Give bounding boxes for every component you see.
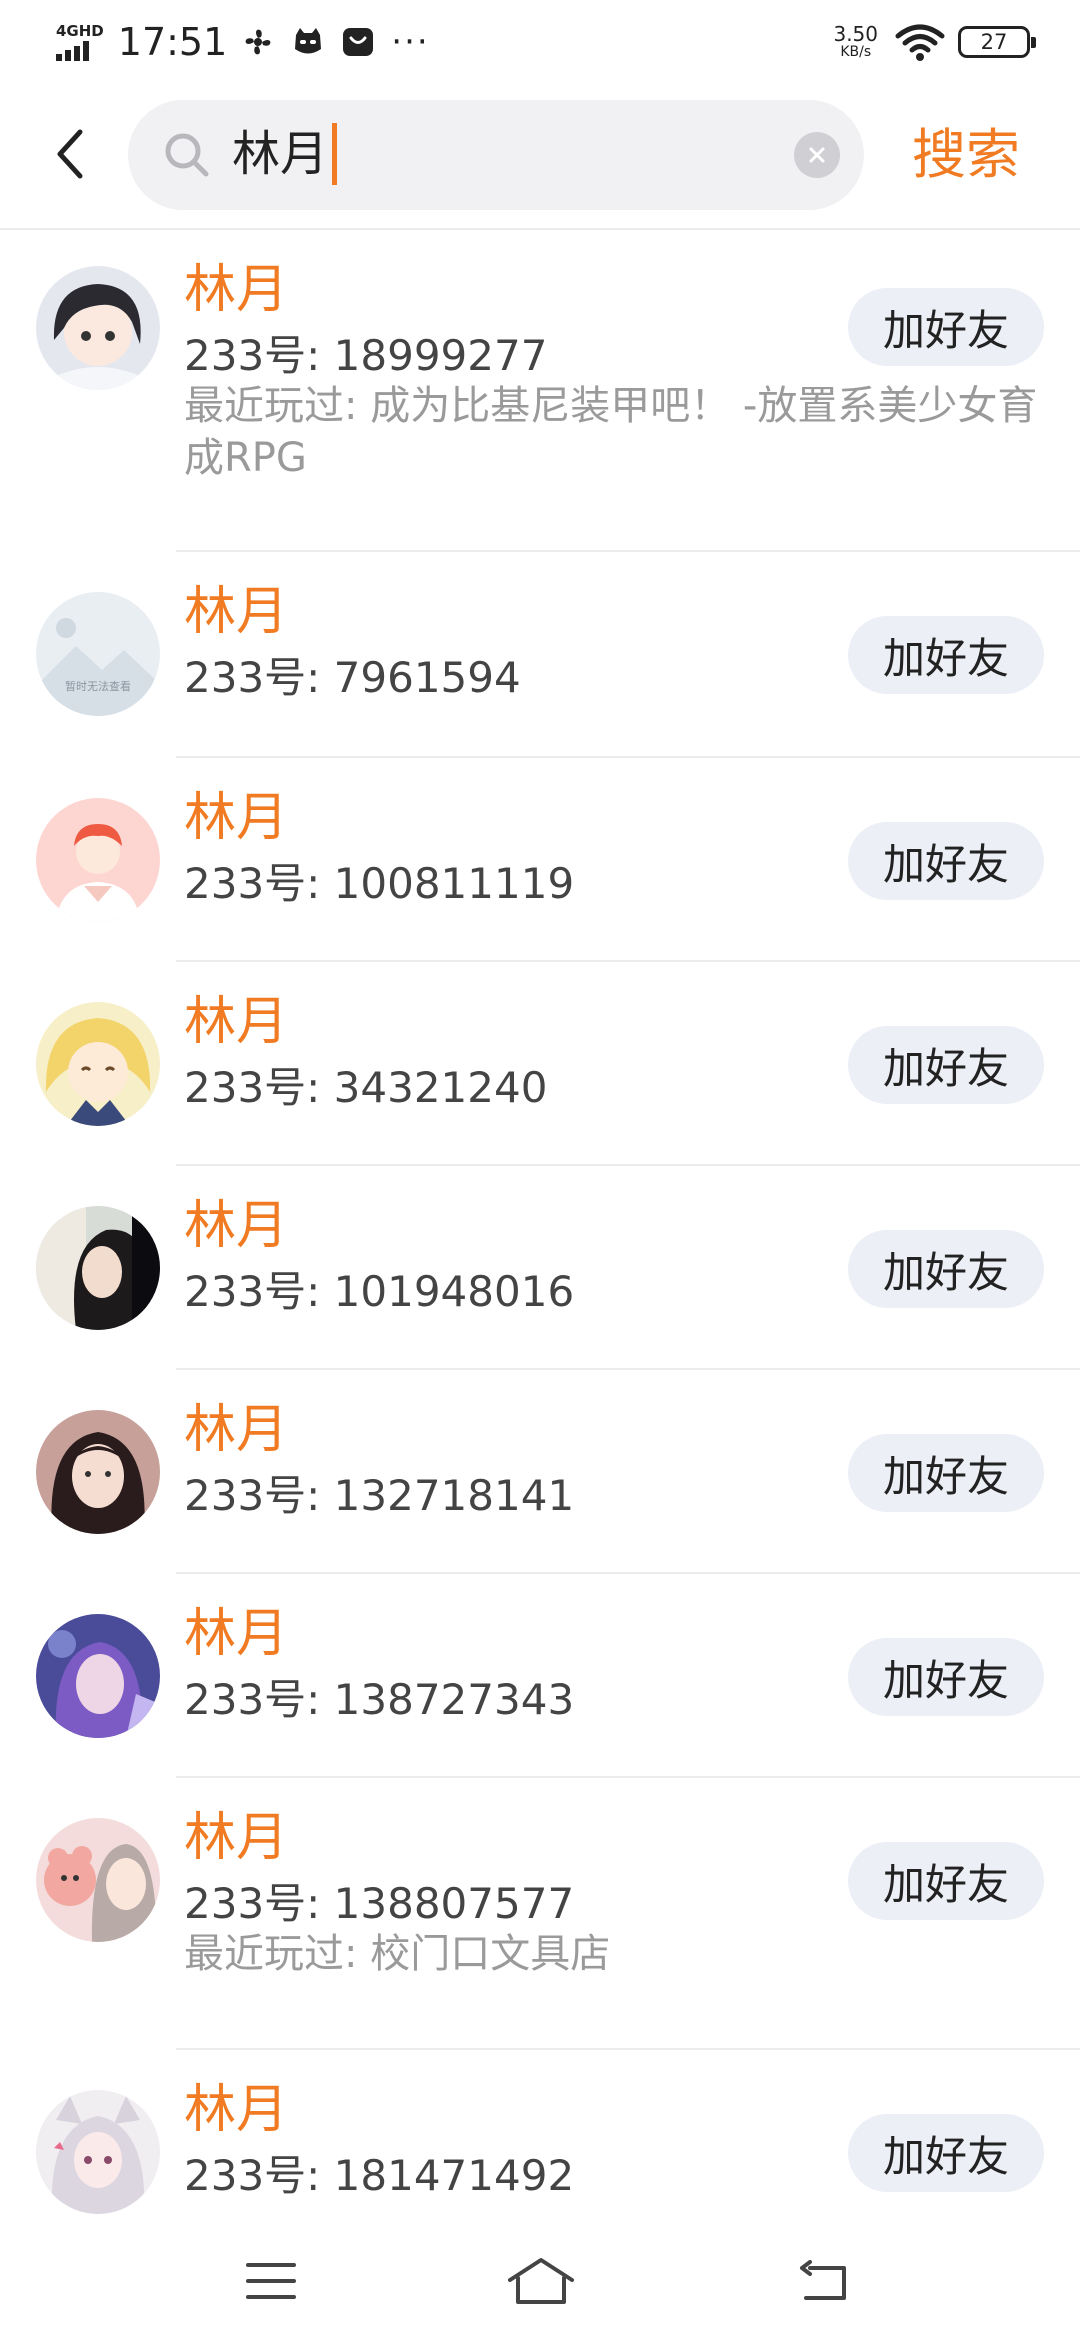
- cat-app-notification-icon: [291, 25, 325, 59]
- network-type-label: 4GHD: [56, 21, 104, 40]
- user-name: 林月: [184, 2080, 289, 2140]
- status-bar: 4GHD 17:51 ··· 3.50 KB/s 27: [0, 0, 1080, 84]
- search-input[interactable]: 林月: [128, 100, 864, 210]
- text-cursor: [332, 123, 338, 185]
- nav-menu-button[interactable]: [236, 2246, 306, 2316]
- avatar[interactable]: [36, 1818, 160, 1942]
- avatar[interactable]: 暂时无法查看: [36, 592, 160, 716]
- user-name: 林月: [184, 260, 289, 320]
- search-header: 林月 搜索: [0, 100, 1080, 210]
- network-speed-value: 3.50: [833, 22, 878, 46]
- result-item[interactable]: 林月 233号: 132718141 加好友: [0, 1370, 1080, 1574]
- status-left: 4GHD 17:51 ···: [56, 20, 430, 64]
- search-icon: [165, 133, 209, 177]
- search-query-value: 林月: [232, 126, 329, 182]
- result-item[interactable]: 林月 233号: 100811119 加好友: [0, 758, 1080, 962]
- more-notifications-icon: ···: [391, 22, 430, 62]
- user-id: 233号: 100811119: [184, 859, 575, 908]
- recently-played: 最近玩过: 校门口文具店: [184, 1931, 611, 1977]
- avatar[interactable]: [36, 266, 160, 390]
- user-id: 233号: 138727343: [184, 1675, 575, 1724]
- user-name: 林月: [184, 582, 289, 642]
- system-nav-bar: [0, 2220, 1080, 2340]
- battery-level: 27: [980, 29, 1008, 54]
- add-friend-button[interactable]: 加好友: [848, 1026, 1044, 1104]
- menu-icon: [246, 2263, 296, 2299]
- user-id: 233号: 132718141: [184, 1471, 575, 1520]
- result-item[interactable]: 林月 233号: 34321240 加好友: [0, 962, 1080, 1166]
- user-id: 233号: 181471492: [184, 2151, 575, 2200]
- user-id: 233号: 101948016: [184, 1267, 575, 1316]
- search-query-text[interactable]: 林月: [232, 123, 338, 185]
- network-speed-unit: KB/s: [840, 44, 872, 60]
- search-button[interactable]: 搜索: [912, 120, 1020, 190]
- add-friend-button[interactable]: 加好友: [848, 1842, 1044, 1920]
- network-speed: 3.50 KB/s: [833, 24, 878, 60]
- nav-home-button[interactable]: [506, 2246, 576, 2316]
- add-friend-button[interactable]: 加好友: [848, 288, 1044, 366]
- add-friend-button[interactable]: 加好友: [848, 2114, 1044, 2192]
- result-item[interactable]: 林月 233号: 138807577 最近玩过: 校门口文具店 加好友: [0, 1778, 1080, 2050]
- result-item[interactable]: 林月 233号: 18999277 最近玩过: 成为比基尼装甲吧！ -放置系美少…: [0, 230, 1080, 552]
- close-icon: [809, 147, 825, 163]
- user-name: 林月: [184, 1808, 289, 1868]
- add-friend-button[interactable]: 加好友: [848, 1230, 1044, 1308]
- clear-search-button[interactable]: [794, 132, 840, 178]
- status-right: 3.50 KB/s 27: [833, 22, 1036, 62]
- nav-back-button[interactable]: [788, 2246, 858, 2316]
- pinwheel-notification-icon: [241, 25, 275, 59]
- avatar[interactable]: [36, 2090, 160, 2214]
- add-friend-button[interactable]: 加好友: [848, 1434, 1044, 1512]
- user-name: 林月: [184, 1400, 289, 1460]
- battery-icon: 27: [958, 26, 1036, 58]
- back-arrow-icon: [800, 2260, 846, 2300]
- user-id: 233号: 18999277: [184, 331, 548, 380]
- message-app-notification-icon: [341, 25, 375, 59]
- wifi-icon: [895, 24, 945, 61]
- avatar[interactable]: [36, 798, 160, 922]
- user-id: 233号: 7961594: [184, 653, 521, 702]
- result-item[interactable]: 暂时无法查看 林月 233号: 7961594 加好友: [0, 552, 1080, 758]
- user-name: 林月: [184, 1196, 289, 1256]
- result-item[interactable]: 林月 233号: 138727343 加好友: [0, 1574, 1080, 1778]
- add-friend-button[interactable]: 加好友: [848, 616, 1044, 694]
- home-icon: [508, 2258, 574, 2304]
- recently-played: 最近玩过: 成为比基尼装甲吧！ -放置系美少女育成RPG: [184, 383, 1038, 481]
- result-item[interactable]: 林月 233号: 101948016 加好友: [0, 1166, 1080, 1370]
- clock: 17:51: [117, 20, 228, 64]
- avatar[interactable]: [36, 1410, 160, 1534]
- add-friend-button[interactable]: 加好友: [848, 822, 1044, 900]
- avatar[interactable]: [36, 1002, 160, 1126]
- signal-bars-icon: [56, 40, 89, 61]
- cellular-signal: 4GHD: [56, 21, 104, 61]
- avatar[interactable]: [36, 1206, 160, 1330]
- back-button[interactable]: [44, 124, 94, 184]
- avatar-placeholder-text: 暂时无法查看: [65, 679, 131, 693]
- chevron-left-icon: [57, 129, 83, 179]
- user-id: 233号: 138807577: [184, 1879, 575, 1928]
- user-name: 林月: [184, 1604, 289, 1664]
- user-name: 林月: [184, 992, 289, 1052]
- avatar[interactable]: [36, 1614, 160, 1738]
- result-item[interactable]: 林月 233号: 181471492 加好友: [0, 2050, 1080, 2220]
- user-id: 233号: 34321240: [184, 1063, 548, 1112]
- add-friend-button[interactable]: 加好友: [848, 1638, 1044, 1716]
- user-name: 林月: [184, 788, 289, 848]
